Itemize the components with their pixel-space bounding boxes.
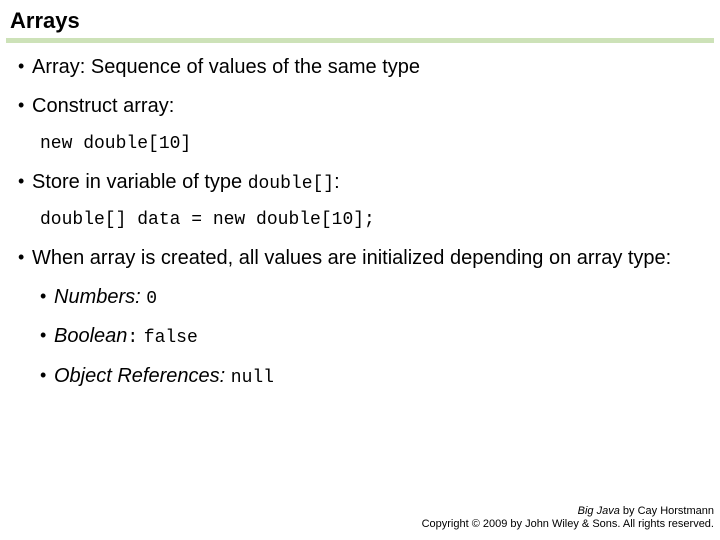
sub-bullet-item: • Object References: null [18,364,702,390]
footer-author: by Cay Horstmann [620,505,714,517]
slide-body: • Array: Sequence of values of the same … [0,49,720,389]
bullet-dot-icon: • [40,324,54,350]
code-line: new double[10] [18,133,702,156]
bullet-dot-icon: • [40,364,54,390]
sub-colon: : [127,328,138,348]
sub-label: Object References: [54,365,225,387]
bullet-item: • Construct array: [18,94,702,119]
footer: Big Java by Cay Horstmann Copyright © 20… [422,505,714,533]
sub-bullet-text: Numbers: 0 [54,285,702,311]
bullet-dot-icon: • [40,285,54,311]
bullet-text: Construct array: [32,94,702,119]
inline-code: double[] [248,174,334,194]
sub-bullet-item: • Boolean: false [18,324,702,350]
bullet-dot-icon: • [18,94,32,119]
bullet-text: When array is created, all values are in… [32,246,702,271]
slide: Arrays • Array: Sequence of values of th… [0,0,720,389]
sub-value: 0 [146,289,157,309]
sub-value: false [144,328,198,348]
bullet-dot-icon: • [18,55,32,80]
sub-value: null [231,368,274,388]
sub-bullet-item: • Numbers: 0 [18,285,702,311]
sub-label: Boolean [54,325,127,347]
bullet-item: • When array is created, all values are … [18,246,702,271]
slide-title: Arrays [0,8,720,38]
bullet-dot-icon: • [18,246,32,271]
bullet-text-part: : [334,171,340,193]
bullet-text-part: Store in variable of type [32,171,248,193]
bullet-item: • Store in variable of type double[]: [18,170,702,196]
sub-bullet-text: Boolean: false [54,324,702,350]
bullet-item: • Array: Sequence of values of the same … [18,55,702,80]
title-underline [6,38,714,43]
sub-bullet-text: Object References: null [54,364,702,390]
bullet-dot-icon: • [18,170,32,196]
bullet-text: Array: Sequence of values of the same ty… [32,55,702,80]
footer-book-title: Big Java [578,505,620,517]
footer-line-1: Big Java by Cay Horstmann [422,505,714,519]
code-line: double[] data = new double[10]; [18,209,702,232]
footer-copyright: Copyright © 2009 by John Wiley & Sons. A… [422,518,714,532]
bullet-text: Store in variable of type double[]: [32,170,702,196]
sub-label: Numbers: [54,286,141,308]
